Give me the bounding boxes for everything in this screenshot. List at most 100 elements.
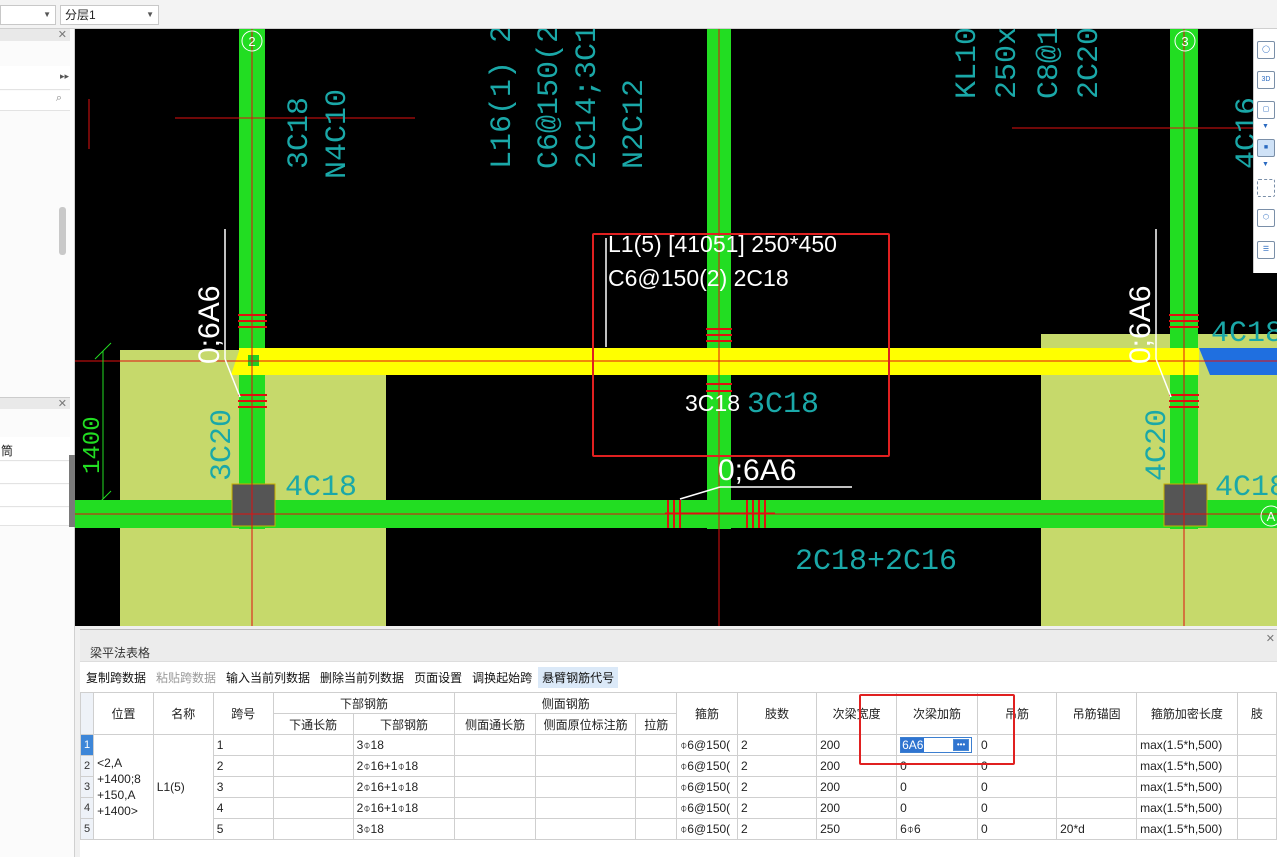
solid-view-icon[interactable]: ■ bbox=[1257, 139, 1275, 157]
header-name[interactable]: 名称 bbox=[152, 692, 214, 735]
span-cell[interactable]: 4 bbox=[212, 797, 274, 819]
left-panel-row[interactable]: ▸▸ bbox=[0, 66, 70, 90]
tie-cell[interactable] bbox=[635, 776, 678, 798]
hanger-anchor-cell[interactable] bbox=[1056, 734, 1138, 756]
side-through-cell[interactable] bbox=[454, 755, 536, 777]
span-cell[interactable]: 5 bbox=[212, 818, 274, 840]
dense-length-cell[interactable]: max(1.5*h,500) bbox=[1136, 797, 1238, 819]
more-cell[interactable] bbox=[1236, 818, 1277, 840]
table-row[interactable]: 1 <2,A +1400;8 +150,A +1400> L1(5) 1 3⌽18 ⌽… bbox=[79, 734, 1277, 840]
hanger-anchor-cell[interactable] bbox=[1056, 776, 1138, 798]
close-icon[interactable]: ✕ bbox=[58, 397, 67, 410]
beam-name-cell[interactable]: L1(5) bbox=[152, 734, 214, 840]
row-number[interactable]: 2 bbox=[79, 755, 95, 777]
secondary-add-cell[interactable]: 0 bbox=[896, 776, 978, 798]
expand-icon[interactable]: ▸▸ bbox=[60, 71, 69, 82]
header-more[interactable]: 肢 bbox=[1236, 692, 1277, 735]
swap-start-span-button[interactable]: 调换起始跨 bbox=[468, 667, 536, 688]
left-panel-item[interactable] bbox=[0, 485, 70, 507]
more-cell[interactable] bbox=[1236, 755, 1277, 777]
header-side-through[interactable]: 侧面通长筋 bbox=[454, 713, 536, 735]
secondary-add-cell[interactable]: 0 bbox=[896, 797, 978, 819]
dense-length-cell[interactable]: max(1.5*h,500) bbox=[1136, 776, 1238, 798]
more-cell[interactable] bbox=[1236, 776, 1277, 798]
header-position[interactable]: 位置 bbox=[93, 692, 154, 735]
hanger-anchor-cell[interactable]: 20*d bbox=[1056, 818, 1138, 840]
bottom-through-cell[interactable] bbox=[272, 734, 354, 756]
dense-length-cell[interactable]: max(1.5*h,500) bbox=[1136, 755, 1238, 777]
hanger-anchor-cell[interactable] bbox=[1056, 755, 1138, 777]
table-row[interactable]: 3 3 2⌽16+1⌽18 ⌽6@150( 2 200 0 0 max(1.5*… bbox=[79, 776, 1277, 798]
side-through-cell[interactable] bbox=[454, 818, 536, 840]
close-icon[interactable]: ✕ bbox=[58, 28, 67, 41]
page-setup-button[interactable]: 页面设置 bbox=[410, 667, 466, 688]
stirrup-cell[interactable]: ⌽6@150( bbox=[676, 797, 738, 819]
tie-cell[interactable] bbox=[635, 818, 678, 840]
cantilever-code-button[interactable]: 悬臂钢筋代号 bbox=[538, 666, 619, 688]
bottom-bar-cell[interactable]: 2⌽16+1⌽18 bbox=[352, 797, 456, 819]
side-orig-cell[interactable] bbox=[534, 776, 637, 798]
more-cell[interactable] bbox=[1236, 797, 1277, 819]
side-orig-cell[interactable] bbox=[534, 734, 637, 756]
legs-cell[interactable]: 2 bbox=[736, 734, 818, 756]
row-number[interactable]: 5 bbox=[79, 818, 95, 840]
stirrup-cell[interactable]: ⌽6@150( bbox=[676, 755, 738, 777]
table-row[interactable]: 4 4 2⌽16+1⌽18 ⌽6@150( 2 200 0 0 max(1.5*… bbox=[79, 797, 1277, 819]
side-through-cell[interactable] bbox=[454, 776, 536, 798]
secondary-width-cell[interactable]: 200 bbox=[816, 776, 898, 798]
search-icon[interactable]: ⌕ bbox=[56, 92, 62, 105]
bottom-bar-cell[interactable]: 2⌽16+1⌽18 bbox=[352, 755, 456, 777]
select-box-icon[interactable] bbox=[1257, 179, 1275, 197]
span-cell[interactable]: 3 bbox=[212, 776, 274, 798]
hanger-cell[interactable]: 0 bbox=[976, 797, 1058, 819]
side-orig-cell[interactable] bbox=[534, 818, 637, 840]
side-orig-cell[interactable] bbox=[534, 797, 637, 819]
properties-icon[interactable]: ☰ bbox=[1257, 241, 1275, 259]
secondary-width-cell[interactable]: 200 bbox=[816, 797, 898, 819]
input-column-button[interactable]: 输入当前列数据 bbox=[222, 667, 314, 688]
stirrup-cell[interactable]: ⌽6@150( bbox=[676, 776, 738, 798]
table-row[interactable]: 5 5 3⌽18 ⌽6@150( 2 250 6⌽6 0 20*d max(1.… bbox=[79, 818, 1277, 840]
dense-length-cell[interactable]: max(1.5*h,500) bbox=[1136, 818, 1238, 840]
hanger-cell[interactable]: 0 bbox=[976, 776, 1058, 798]
bottom-through-cell[interactable] bbox=[272, 818, 354, 840]
orbit-icon[interactable]: ◯ bbox=[1257, 41, 1275, 59]
paste-span-button[interactable]: 粘贴跨数据 bbox=[152, 667, 220, 688]
legs-cell[interactable]: 2 bbox=[736, 818, 818, 840]
copy-span-button[interactable]: 复制跨数据 bbox=[82, 667, 150, 688]
position-cell[interactable]: <2,A +1400;8 +150,A +1400> bbox=[93, 734, 154, 840]
bottom-through-cell[interactable] bbox=[272, 755, 354, 777]
row-number[interactable]: 4 bbox=[79, 797, 95, 819]
span-cell[interactable]: 2 bbox=[212, 755, 274, 777]
3d-view-icon[interactable]: 3D bbox=[1257, 71, 1275, 89]
floor-dropdown[interactable]: ▼ bbox=[0, 5, 56, 25]
header-hanger-anchor[interactable]: 吊筋锚固 bbox=[1056, 692, 1138, 735]
layer-dropdown[interactable]: 分层1 ▼ bbox=[60, 5, 159, 25]
secondary-width-cell[interactable]: 250 bbox=[816, 818, 898, 840]
cube-icon[interactable]: ⬡ bbox=[1257, 209, 1275, 227]
chevron-down-icon[interactable]: ▼ bbox=[1262, 123, 1269, 130]
stirrup-cell[interactable]: ⌽6@150( bbox=[676, 734, 738, 756]
side-through-cell[interactable] bbox=[454, 797, 536, 819]
dense-length-cell[interactable]: max(1.5*h,500) bbox=[1136, 734, 1238, 756]
secondary-add-cell[interactable]: 6⌽6 bbox=[896, 818, 978, 840]
bottom-bar-cell[interactable]: 3⌽18 bbox=[352, 734, 456, 756]
header-dense-length[interactable]: 箍筋加密长度 bbox=[1136, 692, 1238, 735]
bottom-through-cell[interactable] bbox=[272, 797, 354, 819]
header-side-orig[interactable]: 侧面原位标注筋 bbox=[534, 713, 637, 735]
row-number[interactable]: 1 bbox=[79, 734, 95, 756]
legs-cell[interactable]: 2 bbox=[736, 797, 818, 819]
scrollbar-thumb[interactable] bbox=[59, 207, 66, 255]
left-panel-item[interactable]: 筒 bbox=[0, 437, 70, 461]
bottom-bar-cell[interactable]: 3⌽18 bbox=[352, 818, 456, 840]
box-view-icon[interactable]: ▢ bbox=[1257, 101, 1275, 119]
hanger-cell[interactable]: 0 bbox=[976, 818, 1058, 840]
tie-cell[interactable] bbox=[635, 734, 678, 756]
side-through-cell[interactable] bbox=[454, 734, 536, 756]
header-stirrup[interactable]: 箍筋 bbox=[676, 692, 738, 735]
row-number[interactable]: 3 bbox=[79, 776, 95, 798]
hanger-anchor-cell[interactable] bbox=[1056, 797, 1138, 819]
header-bottom-bar[interactable]: 下部钢筋 bbox=[352, 713, 456, 735]
stirrup-cell[interactable]: ⌽6@150( bbox=[676, 818, 738, 840]
table-row[interactable]: 2 2 2⌽16+1⌽18 ⌽6@150( 2 200 0 0 max(1.5*… bbox=[79, 755, 1277, 777]
